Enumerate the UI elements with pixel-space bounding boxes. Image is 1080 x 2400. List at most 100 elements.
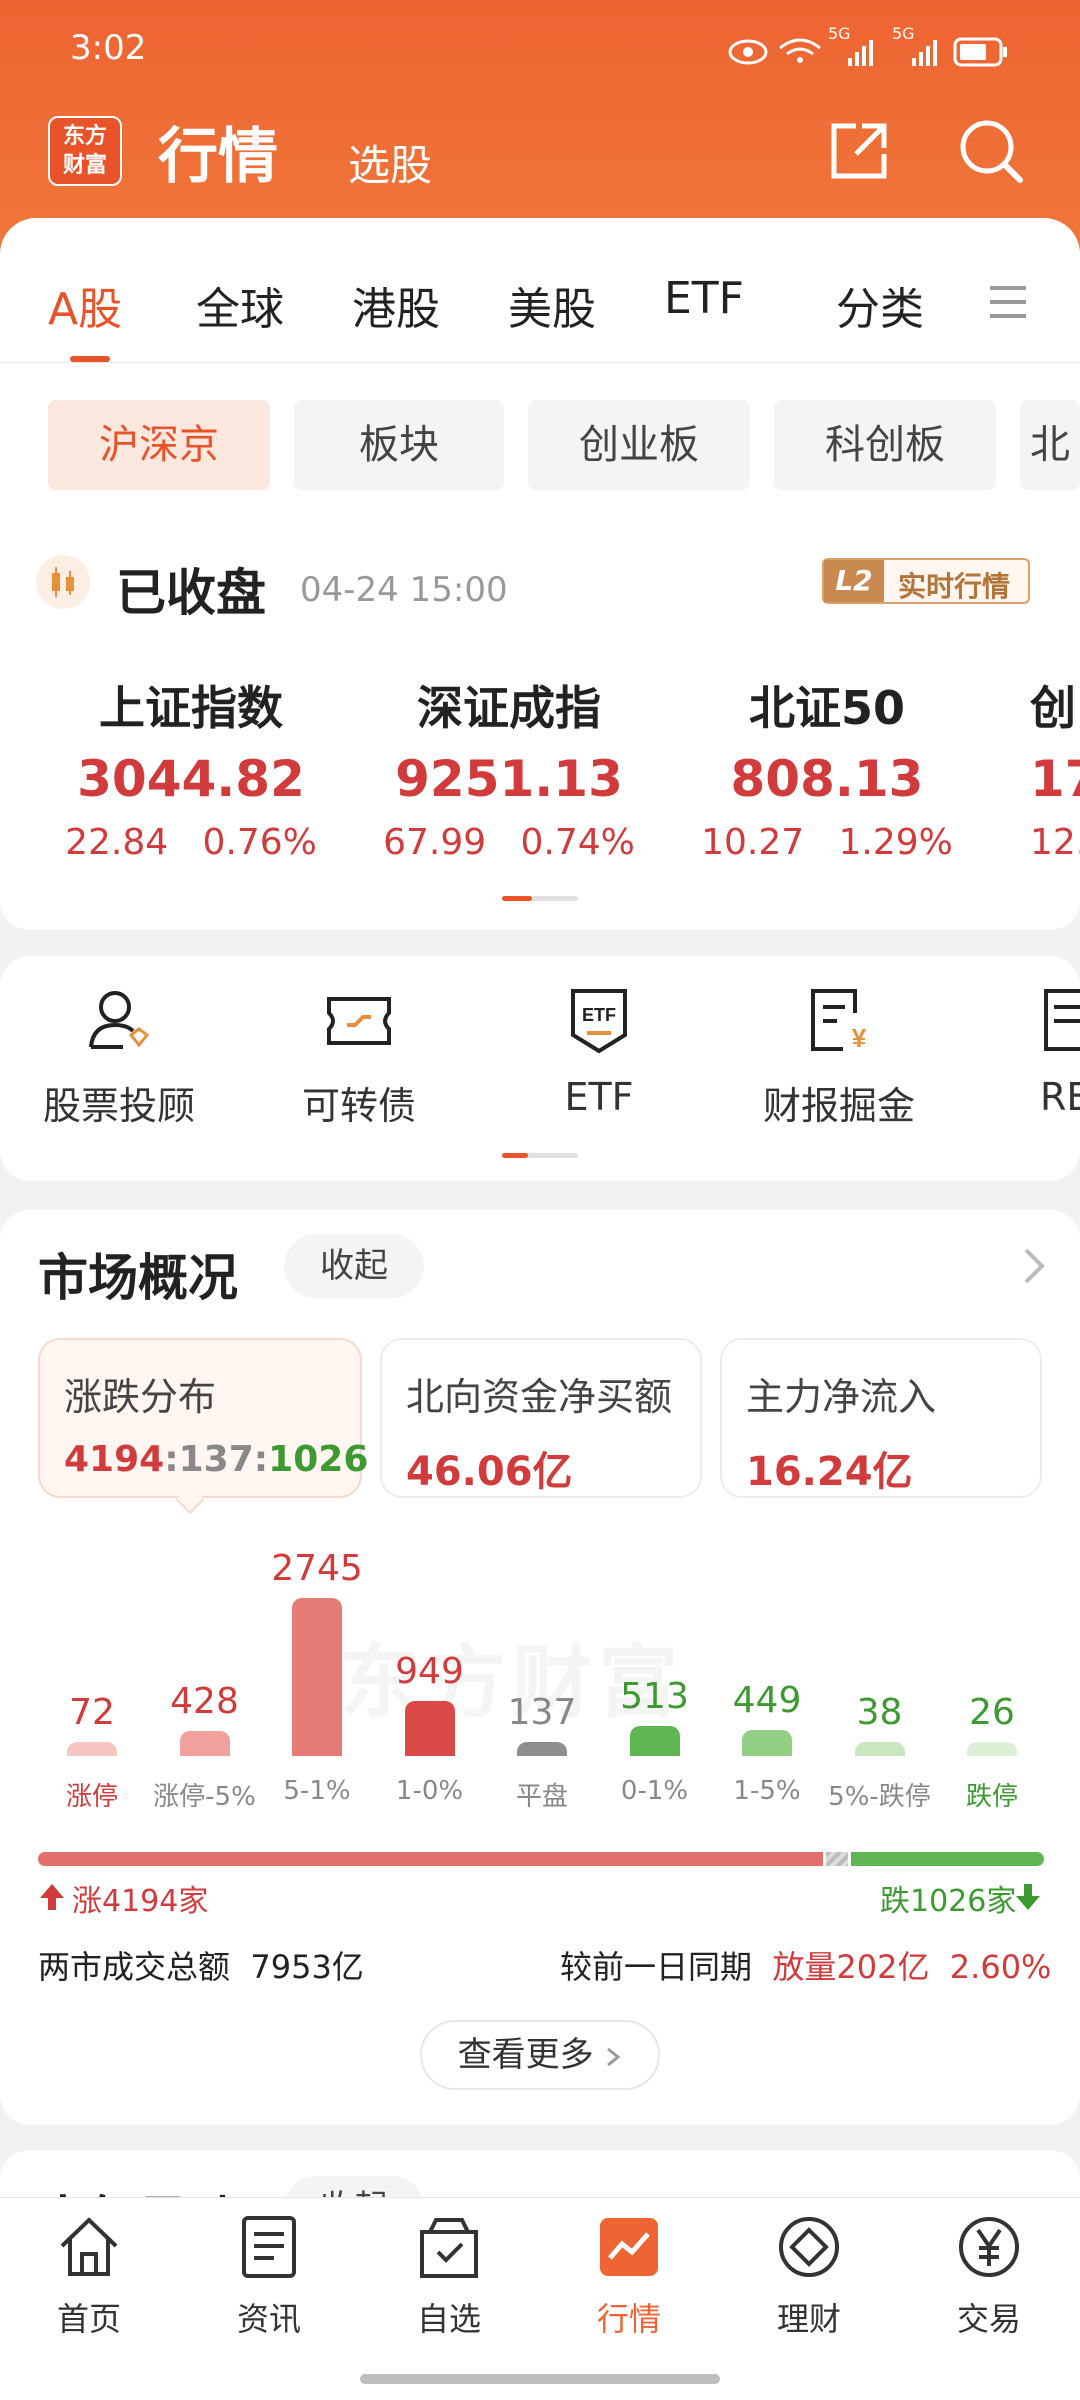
tool-stock-advisor[interactable]: 股票投顾 [14,985,224,1130]
collapse-button[interactable]: 收起 [284,1234,424,1298]
status-icons: 5G 5G [720,24,1020,70]
chip-sector[interactable]: 板块 [294,400,504,490]
main-inflow-box[interactable]: 主力净流入 16.24亿 [720,1338,1042,1498]
box-title: 北向资金净买额 [406,1375,673,1419]
tab-global[interactable]: 全球 [196,273,284,337]
tools-pager-active [502,1153,528,1158]
index-card-chinext[interactable]: 创 17 12. [1030,672,1080,863]
network-label-2: 5G [892,24,915,43]
index-value: 17 [1030,750,1080,808]
index-name: 深证成指 [417,681,601,735]
down-arrow-icon [1014,1882,1042,1912]
main-inflow-value: 16.24亿 [746,1449,913,1495]
nav-label: 资讯 [236,2300,301,2338]
svg-text:ETF: ETF [582,1005,616,1025]
tool-convertible-bond[interactable]: 可转债 [254,985,464,1130]
up-arrow-icon [38,1882,66,1912]
news-icon [242,2216,296,2278]
rise-fall-bar [38,1852,1044,1866]
candlestick-icon [36,555,90,609]
index-name: 北证50 [748,681,905,735]
stock-picker-tab[interactable]: 选股 [348,132,432,193]
rise-fall-distribution-box[interactable]: 涨跌分布 4194:137:1026 [38,1338,368,1498]
tab-divider [0,362,1080,363]
chip-sh-sz-bj[interactable]: 沪深京 [48,400,270,490]
view-more-button[interactable]: 查看更多 [420,2020,660,2090]
ticket-icon [327,997,391,1045]
l2-badge[interactable]: L2 实时行情 [822,558,1030,604]
svg-text:¥: ¥ [852,1023,867,1053]
tool-earnings[interactable]: ¥ 财报掘金 [734,985,944,1130]
nav-wealth[interactable]: 理财 [734,2212,884,2340]
tab-category[interactable]: 分类 [836,273,924,337]
volume-row: 两市成交总额 7953亿 [38,1942,364,1988]
chevron-right-icon[interactable] [1020,1244,1050,1288]
index-pager [502,896,578,901]
chart-icon [600,2218,658,2276]
flat-segment [825,1852,849,1866]
chip-chinext[interactable]: 创业板 [528,400,750,490]
index-change: 67.99 0.74% [383,822,635,863]
northbound-box[interactable]: 北向资金净买额 46.06亿 [380,1338,702,1498]
yen-icon [959,2217,1019,2277]
nav-news[interactable]: 资讯 [194,2212,344,2340]
app-logo[interactable]: 东方 财富 [48,116,122,186]
index-change: 12. [1030,822,1080,863]
search-icon[interactable] [956,116,1026,186]
market-title: 市场概况 [38,1249,238,1307]
index-value: 3044.82 [77,750,305,808]
session-status: 已收盘 [116,564,266,622]
watermark: 东方财富 [340,1636,684,1729]
etf-icon: ETF [571,989,627,1054]
index-card-bz50[interactable]: 北证50 808.13 10.27 1.29% [682,672,972,863]
status-bar-icons [728,37,1007,67]
nav-label: 交易 [956,2300,1021,2338]
tool-etf[interactable]: ETF ETF [494,985,704,1119]
nav-label: 首页 [56,2300,121,2338]
nav-trade[interactable]: 交易 [914,2212,1064,2340]
nav-label: 理财 [776,2300,841,2338]
box-title: 主力净流入 [746,1375,937,1419]
index-card-shanghai[interactable]: 上证指数 3044.82 22.84 0.76% [46,672,336,863]
home-indicator [360,2374,720,2384]
logo-line-1: 东方 [62,124,107,149]
index-value: 808.13 [730,750,924,808]
chevron-right-icon [607,2047,621,2066]
chip-star[interactable]: 科创板 [774,400,996,490]
tools-pager [502,1153,578,1158]
index-change: 10.27 1.29% [701,822,953,863]
nav-watchlist[interactable]: 自选 [374,2212,524,2340]
tool-label: 可转债 [301,1084,416,1128]
network-label-1: 5G [828,24,851,43]
compare-row: 较前一日同期 放量202亿 2.60% [560,1942,1051,1988]
status-time: 3:02 [70,28,147,68]
down-count: 跌1026家 [880,1884,1017,1919]
wealth-icon [779,2217,839,2277]
watchlist-icon [420,2218,478,2278]
compare-label: 较前一日同期 [560,1948,753,1986]
index-name: 创 [1030,681,1076,735]
tab-us[interactable]: 美股 [508,273,596,337]
nav-market[interactable]: 行情 [554,2212,704,2340]
index-change: 22.84 0.76% [65,822,317,863]
index-value: 9251.13 [395,750,623,808]
chip-bj[interactable]: 北 [1020,400,1080,490]
tool-reits[interactable]: RE [1040,985,1080,1119]
nav-label: 行情 [596,2300,661,2338]
tab-a-share[interactable]: A股 [48,273,122,337]
share-icon[interactable] [826,118,892,184]
session-datetime: 04-24 15:00 [300,570,508,610]
index-name: 上证指数 [99,681,283,735]
nav-label: 自选 [416,2300,481,2338]
home-icon [60,2217,118,2276]
compare-value: 放量202亿 [772,1948,930,1986]
box-title: 涨跌分布 [64,1375,217,1419]
index-pager-active [502,896,532,901]
page-title: 行情 [158,122,278,192]
tab-etf[interactable]: ETF [664,273,744,324]
tab-hk[interactable]: 港股 [352,273,440,337]
tab-menu-icon[interactable] [988,280,1028,324]
nav-home[interactable]: 首页 [14,2212,164,2340]
index-card-shenzhen[interactable]: 深证成指 9251.13 67.99 0.74% [364,672,654,863]
report-icon: ¥ [811,989,867,1053]
